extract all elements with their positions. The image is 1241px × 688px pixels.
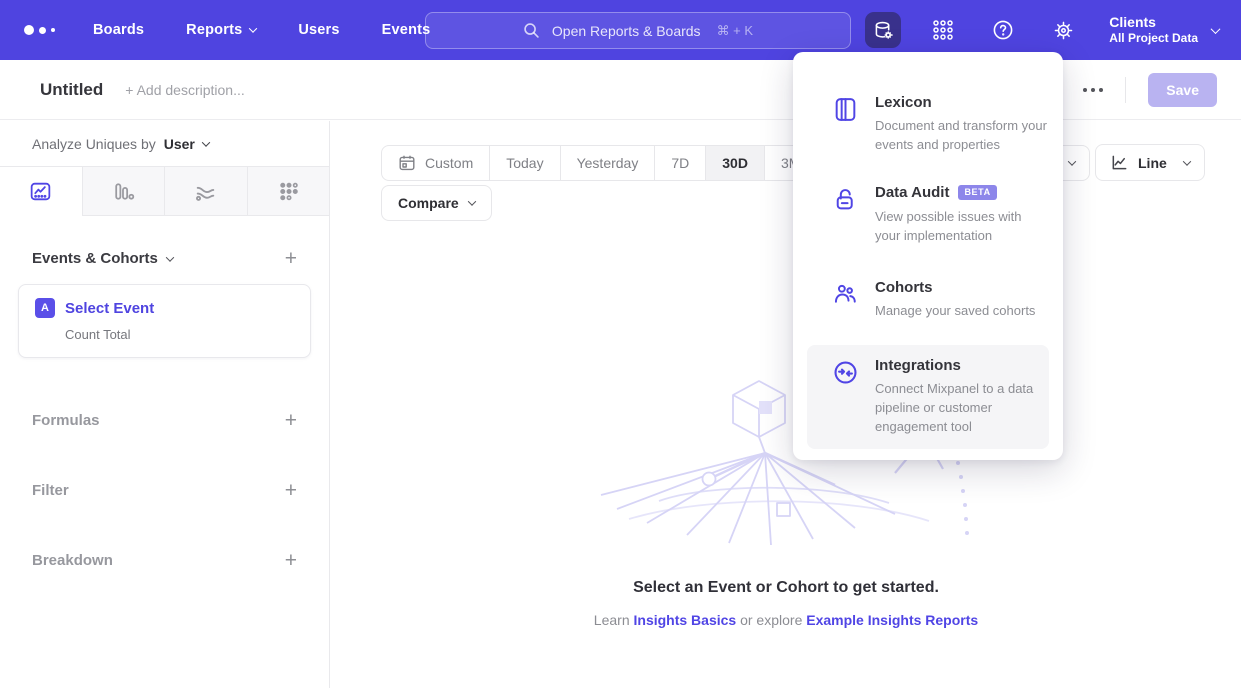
date-range-today[interactable]: Today — [489, 146, 559, 180]
formulas-label: Formulas — [32, 412, 100, 429]
date-range-30d[interactable]: 30D — [705, 146, 764, 180]
filter-row: Filter + — [0, 482, 329, 498]
menu-item-description: Connect Mixpanel to a data pipeline or c… — [875, 380, 1047, 437]
add-event-button[interactable]: + — [285, 248, 297, 269]
chart-area: Custom Today Yesterday 7D 30D 3M 6M Line… — [331, 121, 1241, 688]
example-reports-link[interactable]: Example Insights Reports — [806, 612, 978, 628]
empty-state-title: Select an Event or Cohort to get started… — [331, 579, 1241, 597]
menu-item-title: Cohorts — [875, 279, 1047, 296]
empty-state: Select an Event or Cohort to get started… — [331, 579, 1241, 628]
event-metric-dropdown[interactable]: Count Total — [65, 327, 294, 342]
data-management-button[interactable] — [865, 12, 901, 48]
date-range-yesterday[interactable]: Yesterday — [560, 146, 655, 180]
menu-item-title: Lexicon — [875, 94, 1047, 111]
nav-item-users[interactable]: Users — [298, 22, 339, 38]
tab-insights-line[interactable] — [0, 167, 82, 216]
dots-grid-tab-icon — [276, 179, 301, 204]
chevron-down-icon — [166, 253, 174, 261]
grid-dots-icon — [931, 18, 955, 42]
line-chart-tab-icon — [28, 179, 53, 204]
menu-item-title: Integrations — [875, 357, 1047, 374]
menu-item-cohorts[interactable]: Cohorts Manage your saved cohorts — [807, 267, 1049, 333]
date-range-custom[interactable]: Custom — [382, 146, 489, 180]
middle-text: or explore — [740, 612, 802, 628]
insights-basics-link[interactable]: Insights Basics — [634, 612, 737, 628]
chart-style-dropdown[interactable]: Line — [1095, 144, 1205, 181]
date-range-7d[interactable]: 7D — [654, 146, 705, 180]
chevron-down-icon — [249, 24, 257, 32]
event-card[interactable]: A Select Event Count Total — [18, 284, 311, 358]
help-icon — [991, 18, 1015, 42]
flow-tab-icon — [193, 179, 218, 204]
formulas-row: Formulas + — [0, 412, 329, 428]
query-sidebar: Analyze Uniques by User — [0, 121, 330, 688]
menu-item-title: Data Audit — [875, 184, 949, 201]
nav-item-boards[interactable]: Boards — [93, 22, 144, 38]
tab-flow-chart[interactable] — [164, 167, 247, 216]
data-management-menu: Lexicon Document and transform your even… — [793, 52, 1063, 460]
search-placeholder: Open Reports & Boards — [552, 23, 701, 39]
event-badge: A — [35, 298, 55, 318]
breakdown-label: Breakdown — [32, 552, 113, 569]
chevron-down-icon — [1211, 24, 1221, 34]
filter-label: Filter — [32, 482, 69, 499]
apps-grid-button[interactable] — [925, 12, 961, 48]
menu-item-description: Manage your saved cohorts — [875, 302, 1047, 321]
data-audit-lock-icon — [832, 186, 859, 213]
search-shortcut: ⌘ + K — [717, 23, 754, 39]
org-name: Clients — [1109, 14, 1198, 32]
select-event-button[interactable]: Select Event — [65, 300, 154, 317]
add-breakdown-button[interactable]: + — [285, 550, 297, 571]
beta-badge: BETA — [958, 185, 996, 200]
mixpanel-app: Boards Reports Users Events Open Reports… — [0, 0, 1241, 688]
calendar-icon — [398, 154, 416, 172]
analyze-label: Analyze Uniques by — [32, 136, 156, 152]
mixpanel-logo-icon[interactable] — [24, 25, 55, 35]
menu-item-lexicon[interactable]: Lexicon Document and transform your even… — [807, 82, 1049, 167]
chevron-down-icon — [467, 197, 475, 205]
bar-chart-tab-icon — [111, 179, 136, 204]
menu-item-description: View possible issues with your implement… — [875, 208, 1047, 246]
top-nav: Boards Reports Users Events Open Reports… — [0, 0, 1241, 60]
learn-prefix: Learn — [594, 612, 630, 628]
breakdown-row: Breakdown + — [0, 552, 329, 568]
database-gear-icon — [872, 19, 895, 42]
chevron-down-icon — [1183, 157, 1191, 165]
tab-bar-chart[interactable] — [82, 167, 165, 216]
gear-icon — [1052, 19, 1075, 42]
cohorts-people-icon — [832, 281, 859, 308]
report-title[interactable]: Untitled — [40, 80, 103, 100]
line-chart-icon — [1110, 153, 1129, 172]
tab-metrics[interactable] — [247, 167, 330, 216]
add-description-button[interactable]: + Add description... — [125, 82, 244, 98]
lexicon-book-icon — [832, 96, 859, 123]
settings-button[interactable] — [1045, 12, 1081, 48]
global-search-input[interactable]: Open Reports & Boards ⌘ + K — [425, 12, 851, 49]
search-icon — [523, 22, 540, 39]
chevron-down-icon — [1068, 157, 1076, 165]
compare-dropdown[interactable]: Compare — [381, 185, 492, 221]
more-options-button[interactable] — [1083, 88, 1103, 92]
events-cohorts-section[interactable]: Events & Cohorts — [32, 250, 173, 267]
chevron-down-icon — [202, 138, 210, 146]
help-button[interactable] — [985, 12, 1021, 48]
chart-type-tabs — [0, 166, 329, 216]
project-name: All Project Data — [1109, 31, 1198, 46]
add-formula-button[interactable]: + — [285, 410, 297, 431]
integrations-sync-icon — [832, 359, 859, 386]
menu-item-integrations[interactable]: Integrations Connect Mixpanel to a data … — [807, 345, 1049, 449]
menu-item-description: Document and transform your events and p… — [875, 117, 1047, 155]
add-filter-button[interactable]: + — [285, 480, 297, 501]
nav-item-reports[interactable]: Reports — [186, 22, 256, 38]
nav-item-events[interactable]: Events — [382, 22, 431, 38]
save-button[interactable]: Save — [1148, 73, 1217, 107]
analyze-entity-dropdown[interactable]: User — [164, 136, 209, 152]
divider — [1125, 77, 1126, 103]
project-switcher[interactable]: Clients All Project Data — [1105, 14, 1219, 47]
menu-item-data-audit[interactable]: Data Audit BETA View possible issues with… — [807, 172, 1049, 258]
